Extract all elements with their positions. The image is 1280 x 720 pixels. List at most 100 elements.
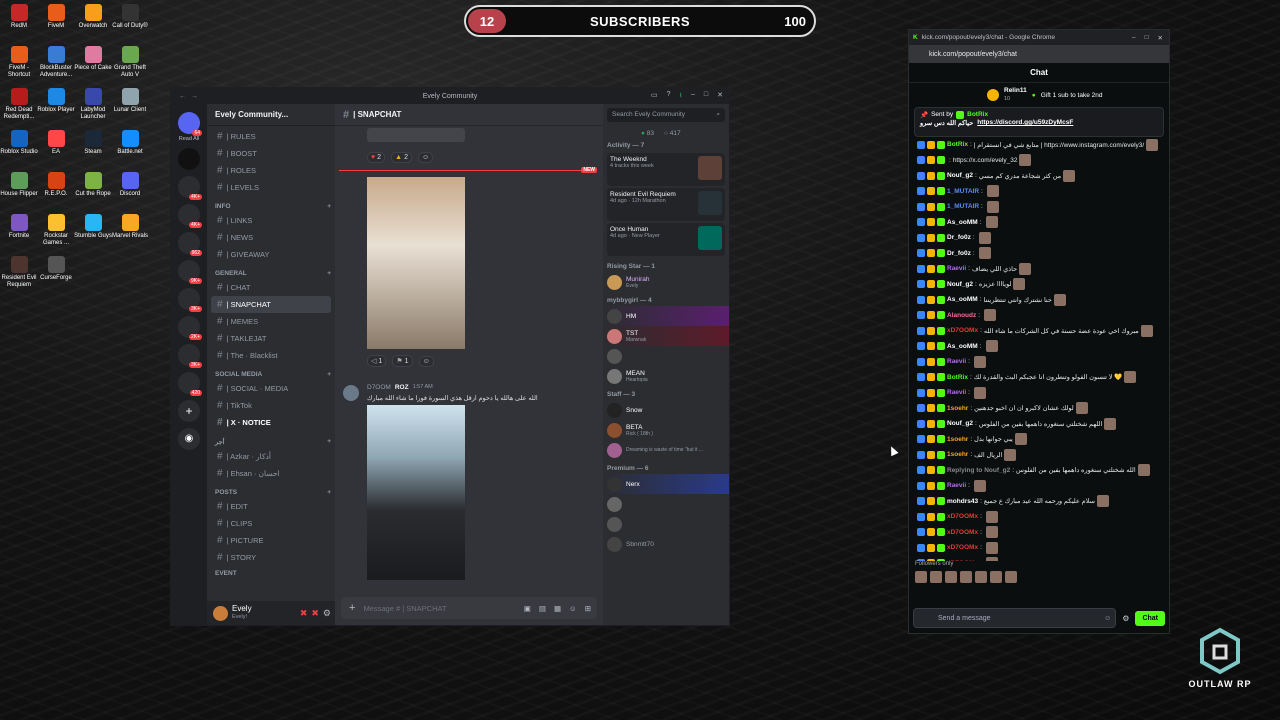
deafen-icon[interactable]: ✖: [311, 608, 319, 619]
desktop-icon[interactable]: Steam: [74, 130, 112, 156]
car-image[interactable]: [367, 405, 465, 580]
emoji-icon[interactable]: ☺: [569, 604, 577, 613]
server-icon[interactable]: 2K+: [178, 316, 202, 340]
category-general[interactable]: GENERAL +: [211, 263, 331, 279]
emote[interactable]: [1097, 495, 1109, 508]
gift-text[interactable]: Gift 1 sub to take 2nd: [1041, 92, 1103, 99]
channel-edit[interactable]: # | EDIT: [211, 498, 331, 515]
maximize-icon[interactable]: □: [704, 91, 708, 102]
reaction-fire[interactable]: ▲ 2: [391, 152, 412, 163]
server-icon[interactable]: [178, 148, 200, 170]
member-item[interactable]: [603, 346, 729, 366]
member-item[interactable]: HM: [603, 306, 729, 326]
channel-rules[interactable]: # | RULES: [211, 128, 331, 145]
desktop-icon[interactable]: CurseForge: [37, 256, 75, 282]
chat-username[interactable]: mohdrs43: [947, 498, 978, 505]
emote[interactable]: [1004, 448, 1017, 461]
emote[interactable]: [973, 479, 986, 492]
server-icon[interactable]: 9K+: [178, 260, 202, 284]
gifter-name[interactable]: Relin11: [1004, 87, 1027, 95]
chat-username[interactable]: As_ooMM: [947, 296, 978, 303]
message-author[interactable]: D7OOM: [367, 384, 391, 391]
channel-chat[interactable]: # | CHAT: [211, 279, 331, 296]
server-icon[interactable]: 4K+: [178, 204, 202, 228]
server-icon[interactable]: 420: [178, 372, 202, 396]
member-item[interactable]: Sbnmtt70: [603, 534, 729, 554]
desktop-icon[interactable]: EA: [37, 130, 75, 156]
member-item[interactable]: [603, 494, 729, 514]
emote[interactable]: [990, 571, 1002, 583]
emote[interactable]: [1005, 571, 1017, 583]
category-info[interactable]: INFO +: [211, 196, 331, 212]
discover-icon[interactable]: ◉: [178, 428, 200, 450]
emote[interactable]: [986, 185, 999, 198]
activity-card[interactable]: Resident Evil Requiem 4d ago · 12h Marath…: [607, 188, 725, 221]
emote[interactable]: [985, 216, 998, 229]
emote[interactable]: [1104, 417, 1117, 430]
desktop-icon[interactable]: BlockBuster Adventure...: [37, 46, 75, 79]
emote[interactable]: [1013, 278, 1026, 291]
emote[interactable]: [1019, 154, 1032, 167]
emote[interactable]: [978, 231, 991, 244]
channel-boost[interactable]: # | BOOST: [211, 145, 331, 162]
minimize-icon[interactable]: –: [691, 91, 695, 102]
apps-icon[interactable]: ⊞: [585, 604, 591, 613]
server-icon[interactable]: 962: [178, 232, 202, 256]
chat-username[interactable]: 1soehr: [947, 451, 968, 458]
chat-username[interactable]: 1soehr: [947, 405, 968, 412]
help-icon[interactable]: ?: [667, 91, 671, 102]
chat-username[interactable]: BotRix: [947, 141, 968, 148]
close-icon[interactable]: ✕: [1158, 34, 1163, 42]
channel-picture[interactable]: # | PICTURE: [211, 532, 331, 549]
emote[interactable]: [985, 526, 998, 539]
member-item[interactable]: Snow: [603, 400, 729, 420]
category-ajr[interactable]: أجر +: [211, 431, 331, 448]
add-reaction-icon[interactable]: ☺: [418, 152, 434, 163]
snapchat-image[interactable]: [367, 177, 465, 349]
desktop-icon[interactable]: Marvel Rivals: [111, 214, 149, 240]
chat-username[interactable]: Raevii: [947, 358, 966, 365]
channel-ehsan[interactable]: # | Ehsan · احسان: [211, 465, 331, 482]
channel-links[interactable]: # | LINKS: [211, 212, 331, 229]
channel-giveaway[interactable]: # | GIVEAWAY: [211, 246, 331, 263]
channel-news[interactable]: # | NEWS: [211, 229, 331, 246]
emote[interactable]: [930, 571, 942, 583]
gift-icon[interactable]: ●: [1032, 92, 1036, 99]
desktop-icon[interactable]: R.E.P.O.: [37, 172, 75, 198]
desktop-icon[interactable]: House Flipper: [0, 172, 38, 198]
desktop-icon[interactable]: Roblox Studio: [0, 130, 38, 156]
chat-username[interactable]: Raevii: [947, 389, 966, 396]
chat-settings-icon[interactable]: ⚙: [1122, 614, 1129, 623]
emote[interactable]: [1137, 464, 1150, 477]
video-player-controls[interactable]: [367, 128, 465, 142]
channel-azkar[interactable]: # | Azkar · أذكار: [211, 448, 331, 465]
emote[interactable]: [985, 541, 998, 554]
chat-username[interactable]: xD7OOMx: [947, 529, 978, 536]
channel-taklejat[interactable]: # | TAKLEJAT: [211, 330, 331, 347]
emote[interactable]: [1075, 402, 1088, 415]
member-item[interactable]: Munirah Evely: [603, 272, 729, 292]
channel-story[interactable]: # | STORY: [211, 549, 331, 566]
emote[interactable]: [915, 571, 927, 583]
inbox-icon[interactable]: ▭: [651, 91, 658, 102]
reaction-1[interactable]: ◁ 1: [367, 355, 387, 367]
desktop-icon[interactable]: RedM: [0, 4, 38, 30]
member-item[interactable]: BETA Rick ( 18th ): [603, 420, 729, 440]
emote[interactable]: [973, 355, 986, 368]
desktop-icon[interactable]: Fortnite: [0, 214, 38, 240]
channel-blacklist[interactable]: # | The · Blacklist: [211, 347, 331, 364]
desktop-icon[interactable]: Grand Theft Auto V: [111, 46, 149, 79]
channel-clips[interactable]: # | CLIPS: [211, 515, 331, 532]
server-icon[interactable]: 4K+: [178, 176, 202, 200]
emote[interactable]: [978, 247, 991, 260]
member-item[interactable]: Nerx: [603, 474, 729, 494]
chat-username[interactable]: As_ooMM: [947, 343, 978, 350]
category-posts[interactable]: POSTS +: [211, 482, 331, 498]
chat-username[interactable]: 1_MUTAIR: [947, 188, 979, 195]
read-all-label[interactable]: Read All: [171, 136, 207, 142]
emote[interactable]: [945, 571, 957, 583]
emote[interactable]: [1124, 371, 1137, 384]
desktop-icon[interactable]: Call of Duty®: [111, 4, 149, 30]
emote[interactable]: [1053, 293, 1066, 306]
channel-memes[interactable]: # | MEMES: [211, 313, 331, 330]
